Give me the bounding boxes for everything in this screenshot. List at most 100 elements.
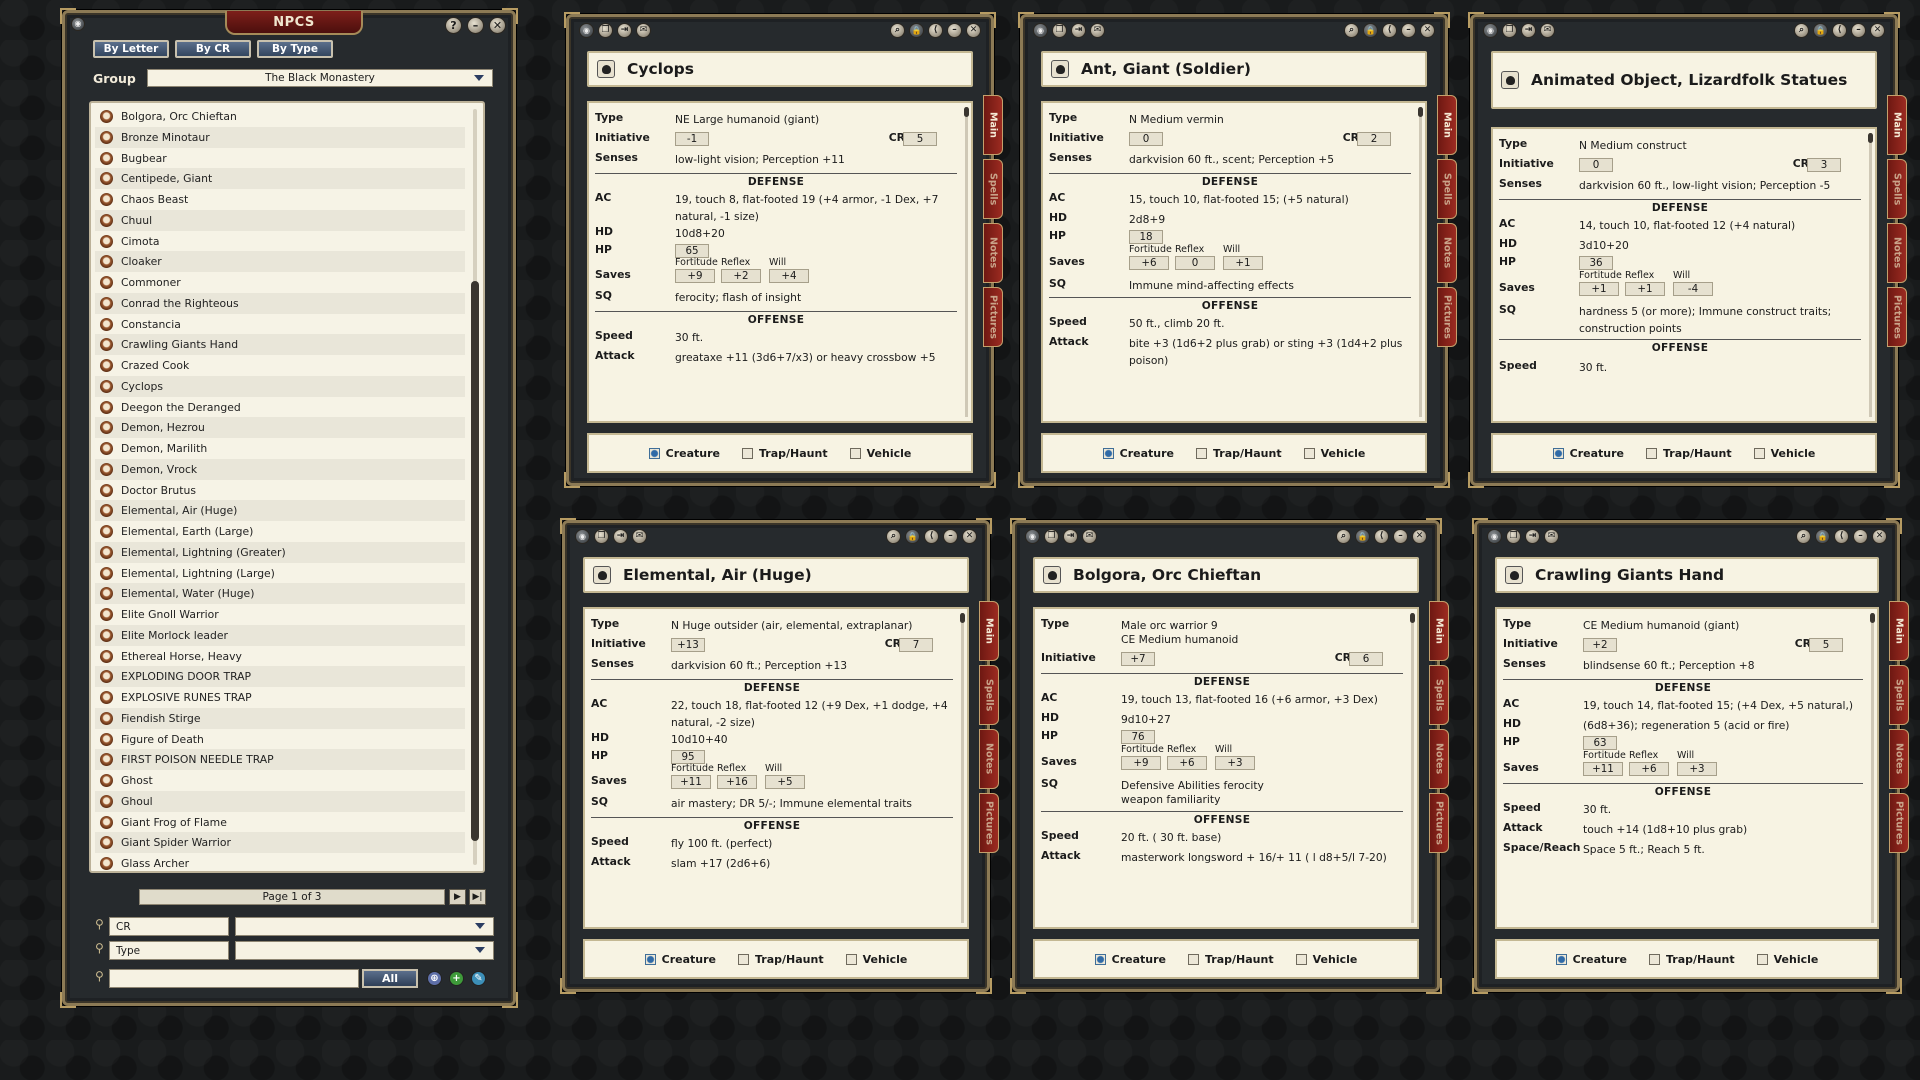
copy-icon[interactable]: ❐ [594,529,609,544]
tab-main[interactable]: Main [979,601,999,661]
close-icon[interactable]: ✕ [1420,23,1435,38]
add-icon[interactable]: + [449,971,464,986]
search-icon[interactable]: ⌕ [1794,23,1809,38]
npc-token-icon[interactable] [100,670,113,684]
initiative-value[interactable]: +13 [671,638,705,652]
save-ref-value[interactable]: +6 [1629,762,1669,776]
save-will-value[interactable]: +4 [769,269,809,283]
tab-spells[interactable]: Spells [979,665,999,725]
option-trap-haunt[interactable]: Trap/Haunt [1646,447,1732,460]
stat-block[interactable]: Type NE Large humanoid (giant) Initiative -… [587,101,973,423]
npc-token-icon[interactable] [100,462,113,476]
save-fort-value[interactable]: +6 [1129,256,1169,270]
radio-creature[interactable] [1094,953,1106,965]
minimize-icon[interactable]: – [947,23,962,38]
minimize-icon[interactable]: – [1393,529,1408,544]
list-item[interactable]: Conrad the Righteous [95,292,465,314]
list-item[interactable]: Cyclops [95,375,465,397]
hp-value[interactable]: 18 [1129,230,1163,244]
save-fort-value[interactable]: +11 [1583,762,1623,776]
export-icon[interactable]: ⇥ [617,23,632,38]
list-item[interactable]: Deegon the Deranged [95,397,465,418]
chat-icon[interactable]: ✉ [636,23,651,38]
save-fort-value[interactable]: +9 [1121,756,1161,770]
hp-value[interactable]: 65 [675,244,709,258]
tab-notes[interactable]: Notes [1889,729,1909,789]
save-fort-value[interactable]: +9 [675,269,715,283]
initiative-value[interactable]: 0 [1579,158,1613,172]
npc-token-icon[interactable] [100,151,113,165]
minimize-icon[interactable]: – [1401,23,1416,38]
creature-icon[interactable] [1501,71,1519,89]
creature-icon[interactable] [597,60,615,78]
help-icon[interactable]: ? [445,17,462,34]
npc-token-icon[interactable] [100,732,113,746]
list-item[interactable]: Doctor Brutus [95,480,465,501]
export-icon[interactable]: ⇥ [1525,529,1540,544]
npc-token-icon[interactable] [100,276,113,289]
lock-icon[interactable]: 🔒 [1363,23,1378,38]
creature-icon[interactable] [1505,566,1523,584]
npc-token-icon[interactable] [100,379,113,393]
option-creature[interactable]: Creature [644,953,716,966]
minimize-icon[interactable]: – [467,17,484,34]
cr-value[interactable]: 3 [1807,158,1841,172]
cr-value[interactable]: 5 [1809,638,1843,652]
list-item[interactable]: Elemental, Lightning (Large) [95,563,465,584]
list-item[interactable]: Figure of Death [95,729,465,750]
save-ref-value[interactable]: 0 [1175,256,1215,270]
tab-main[interactable]: Main [983,95,1003,155]
hp-value[interactable]: 36 [1579,256,1613,270]
lock-icon[interactable]: 🔒 [905,529,920,544]
tab-spells[interactable]: Spells [1429,665,1449,725]
npc-token-icon[interactable] [100,857,113,870]
radio-creature[interactable] [1555,953,1567,965]
radio-creature[interactable] [1552,447,1564,459]
search-icon[interactable]: ⌕ [1796,529,1811,544]
group-icon[interactable]: ⊕ [427,971,442,986]
close-icon[interactable]: ✕ [966,23,981,38]
next-page-button[interactable]: ▶ [449,889,466,905]
share-icon[interactable]: ⟨ [1382,23,1397,38]
option-vehicle[interactable]: Vehicle [849,447,911,460]
save-will-value[interactable]: +3 [1677,762,1717,776]
copy-icon[interactable]: ❐ [1502,23,1517,38]
export-icon[interactable]: ⇥ [1063,529,1078,544]
radio-trap-haunt[interactable] [742,447,754,459]
list-item[interactable]: FIRST POISON NEEDLE TRAP [95,749,465,771]
radio-trap-haunt[interactable] [1646,447,1658,459]
stat-block[interactable]: Type N Medium construct Initiative 0 CR 3 Sens… [1491,127,1877,423]
save-ref-value[interactable]: +1 [1625,282,1665,296]
list-item[interactable]: Elemental, Air (Huge) [95,500,465,522]
copy-icon[interactable]: ❐ [1044,529,1059,544]
tab-pictures[interactable]: Pictures [1887,287,1907,347]
npc-token-icon[interactable] [100,130,113,144]
tab-notes[interactable]: Notes [983,223,1003,283]
option-vehicle[interactable]: Vehicle [845,953,907,966]
npc-token-icon[interactable] [100,774,113,787]
stat-block[interactable]: Type Male orc warrior 9 CE Medium humanoid… [1033,607,1419,929]
npc-list[interactable]: Bolgora, Orc Chieftan Bronze Minotaur Bugb… [89,101,485,873]
initiative-value[interactable]: -1 [675,132,709,146]
lock-icon[interactable]: 🔒 [1355,529,1370,544]
cr-value[interactable]: 7 [899,638,933,652]
lock-icon[interactable]: ◉ [1483,23,1498,38]
chat-icon[interactable]: ✉ [1544,529,1559,544]
close-icon[interactable]: ✕ [1872,529,1887,544]
minimize-icon[interactable]: – [943,529,958,544]
option-trap-haunt[interactable]: Trap/Haunt [1649,953,1735,966]
option-trap-haunt[interactable]: Trap/Haunt [738,953,824,966]
lock-icon[interactable]: ◉ [71,17,85,31]
creature-icon[interactable] [593,566,611,584]
list-item[interactable]: Cloaker [95,251,465,273]
save-ref-value[interactable]: +2 [721,269,761,283]
search-icon[interactable]: ⌕ [1344,23,1359,38]
npc-token-icon[interactable] [100,587,113,601]
save-will-value[interactable]: -4 [1673,282,1713,296]
npc-token-icon[interactable] [100,110,113,123]
npc-token-icon[interactable] [100,234,113,248]
list-item[interactable]: Chaos Beast [95,189,465,210]
list-item[interactable]: Elemental, Earth (Large) [95,521,465,542]
list-item[interactable]: Cimota [95,231,465,252]
npc-token-icon[interactable] [100,296,113,310]
